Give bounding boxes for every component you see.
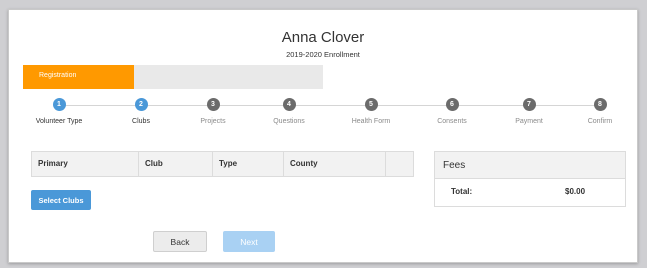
step-questions[interactable]: 4 Questions bbox=[249, 98, 329, 125]
fees-title: Fees bbox=[435, 152, 625, 179]
step-consents[interactable]: 6 Consents bbox=[412, 98, 492, 125]
progress-label: Registration bbox=[39, 72, 77, 79]
enrollment-subtitle: 2019-2020 Enrollment bbox=[286, 50, 360, 59]
step-number-icon: 7 bbox=[522, 98, 536, 111]
column-header-primary: Primary bbox=[32, 152, 139, 176]
step-number-icon: 4 bbox=[282, 98, 296, 111]
step-label: Confirm bbox=[587, 118, 613, 125]
step-number-icon: 2 bbox=[134, 98, 148, 111]
column-header-county: County bbox=[284, 152, 386, 176]
step-confirm[interactable]: 8 Confirm bbox=[560, 98, 640, 125]
step-label: Payment bbox=[515, 118, 543, 125]
step-number-icon: 8 bbox=[593, 98, 607, 111]
step-clubs[interactable]: 2 Clubs bbox=[101, 98, 181, 125]
registration-progress-bar: Registration bbox=[23, 65, 323, 89]
back-button[interactable]: Back bbox=[153, 231, 207, 252]
step-label: Clubs bbox=[132, 118, 150, 125]
step-label: Projects bbox=[200, 118, 226, 125]
clubs-table: Primary Club Type County bbox=[31, 151, 414, 177]
step-health-form[interactable]: 5 Health Form bbox=[331, 98, 411, 125]
column-header-club: Club bbox=[139, 152, 213, 176]
column-header-type: Type bbox=[213, 152, 284, 176]
step-payment[interactable]: 7 Payment bbox=[489, 98, 569, 125]
step-volunteer-type[interactable]: 1 Volunteer Type bbox=[19, 98, 99, 125]
step-label: Volunteer Type bbox=[35, 118, 83, 125]
step-number-icon: 1 bbox=[52, 98, 66, 111]
fees-panel: Fees Total: $0.00 bbox=[434, 151, 626, 207]
step-label: Consents bbox=[437, 118, 467, 125]
member-name: Anna Clover bbox=[281, 29, 365, 46]
step-label: Questions bbox=[273, 118, 305, 125]
select-clubs-button[interactable]: Select Clubs bbox=[31, 190, 91, 210]
step-number-icon: 3 bbox=[206, 98, 220, 111]
step-label: Health Form bbox=[351, 118, 391, 125]
column-header-actions bbox=[386, 152, 413, 176]
next-button[interactable]: Next bbox=[223, 231, 275, 252]
fees-total-row: Total: $0.00 bbox=[435, 179, 625, 206]
step-number-icon: 5 bbox=[364, 98, 378, 111]
step-projects[interactable]: 3 Projects bbox=[173, 98, 253, 125]
enrollment-card: Anna Clover 2019-2020 Enrollment Registr… bbox=[8, 9, 638, 263]
fees-total-value: $0.00 bbox=[565, 187, 586, 196]
fees-total-label: Total: bbox=[451, 187, 473, 196]
step-number-icon: 6 bbox=[445, 98, 459, 111]
